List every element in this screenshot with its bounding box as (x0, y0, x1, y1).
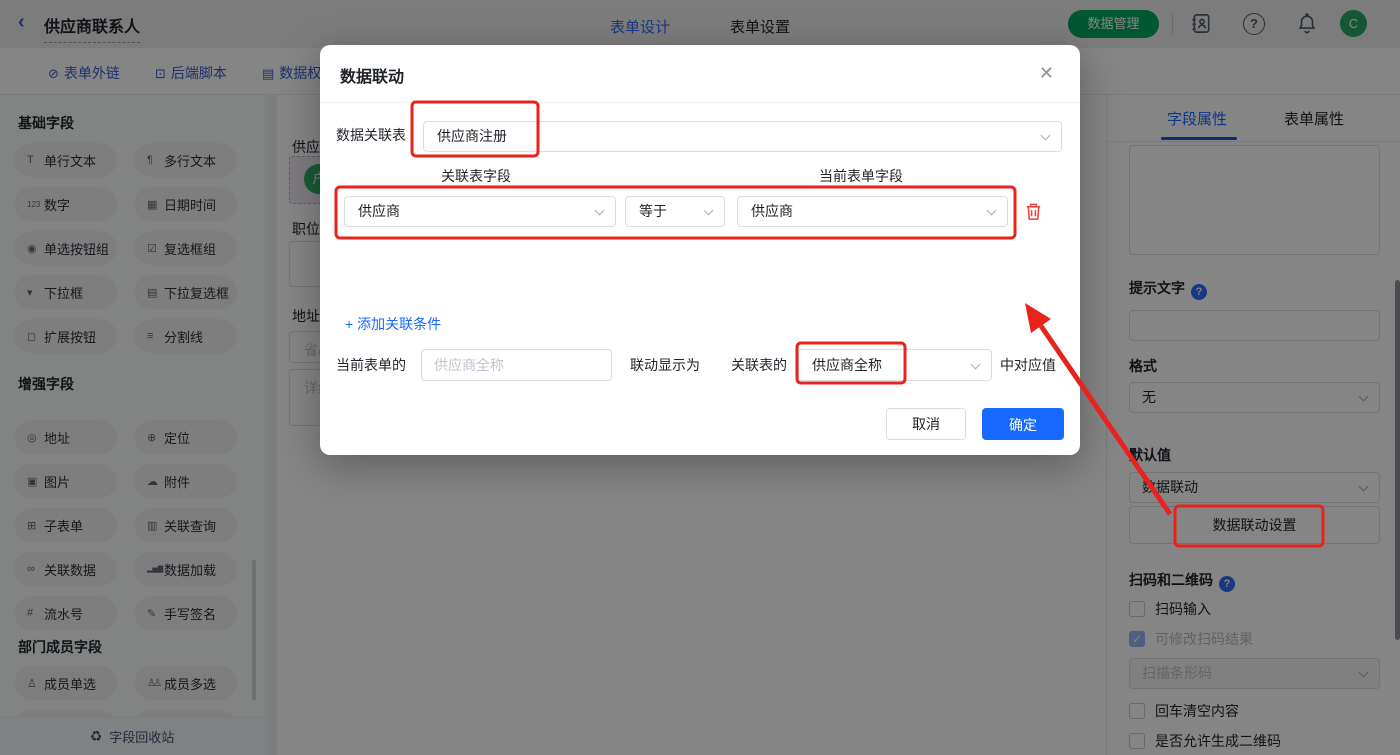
corresponding-value-label: 中对应值 (1000, 357, 1056, 373)
close-icon[interactable]: ✕ (1039, 63, 1054, 84)
relation-table-label: 数据关联表 (336, 127, 406, 143)
column-header-current-form-field: 当前表单字段 (819, 168, 903, 184)
chevron-down-icon (970, 359, 981, 370)
chevron-down-icon (986, 205, 997, 216)
chevron-down-icon (1040, 130, 1051, 141)
column-header-relation-field: 关联表字段 (441, 168, 511, 184)
linkage-source-field-select[interactable]: 供应商全称 (798, 349, 992, 381)
delete-condition-icon[interactable] (1024, 201, 1043, 225)
condition-operator-select[interactable]: 等于 (625, 196, 725, 227)
modal-title: 数据联动 (340, 69, 405, 86)
relation-table-prefix-label: 关联表的 (731, 357, 787, 373)
current-field-input[interactable] (421, 349, 612, 381)
linkage-display-label: 联动显示为 (630, 357, 700, 373)
divider (320, 102, 1080, 103)
cancel-button[interactable]: 取消 (886, 408, 966, 440)
data-linkage-modal: 数据联动 ✕ 数据关联表 供应商注册 关联表字段 当前表单字段 供应商 等于 供… (320, 45, 1080, 455)
chevron-down-icon (703, 205, 714, 216)
chevron-down-icon (594, 205, 605, 216)
relation-table-select[interactable]: 供应商注册 (423, 121, 1062, 152)
confirm-button[interactable]: 确定 (982, 408, 1064, 440)
condition-relation-field-select[interactable]: 供应商 (344, 196, 616, 227)
condition-current-field-select[interactable]: 供应商 (737, 196, 1008, 227)
add-condition-link[interactable]: + 添加关联条件 (345, 314, 441, 334)
current-form-prefix-label: 当前表单的 (336, 357, 406, 373)
